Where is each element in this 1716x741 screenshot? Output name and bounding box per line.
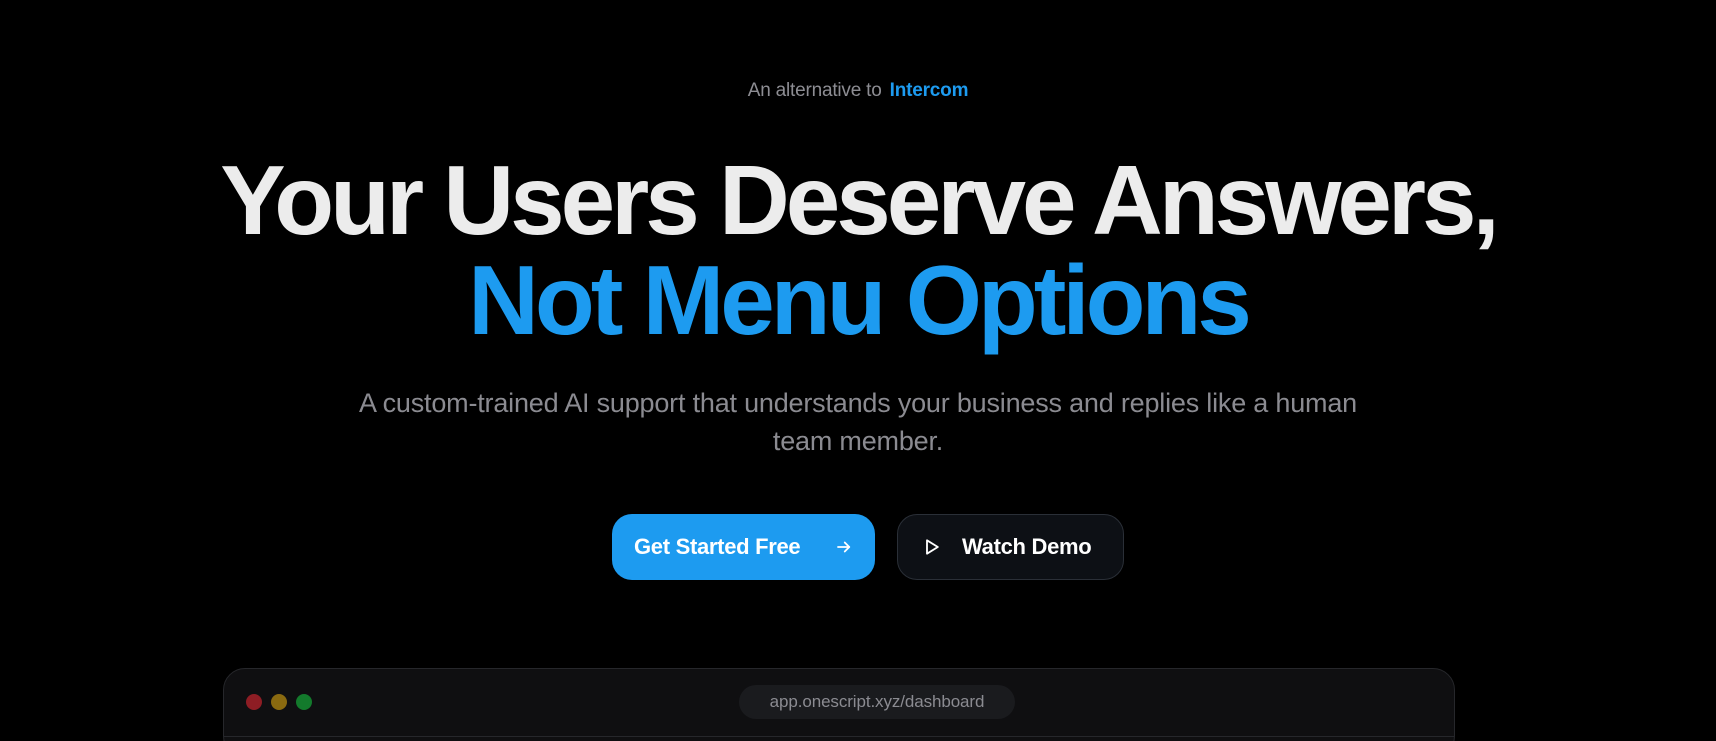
get-started-button[interactable]: Get Started Free [612, 514, 875, 580]
dashboard-preview-window: app.onescript.xyz/dashboard [223, 668, 1455, 741]
eyebrow-brand-link[interactable]: Intercom [890, 80, 969, 101]
arrow-right-icon [835, 538, 853, 556]
headline-line-1: Your Users Deserve Answers, [220, 145, 1500, 255]
hero-headline: Your Users Deserve Answers, Not Menu Opt… [0, 150, 1716, 350]
eyebrow-prefix: An alternative to [747, 80, 882, 101]
headline-line-2: Not Menu Options [468, 245, 1252, 355]
hero-subhead: A custom-trained AI support that underst… [359, 388, 1357, 456]
browser-url-bar: app.onescript.xyz/dashboard [739, 685, 1015, 719]
window-close-dot [246, 694, 262, 710]
eyebrow: An alternative to Intercom [0, 80, 1716, 102]
cta-row: Get Started Free Watch Demo [0, 514, 1716, 580]
window-maximize-dot [296, 694, 312, 710]
browser-title-bar: app.onescript.xyz/dashboard [224, 669, 1454, 737]
watch-demo-label: Watch Demo [962, 534, 1092, 559]
watch-demo-button[interactable]: Watch Demo [897, 514, 1124, 580]
window-minimize-dot [271, 694, 287, 710]
play-icon [922, 537, 942, 557]
get-started-label: Get Started Free [634, 534, 801, 559]
